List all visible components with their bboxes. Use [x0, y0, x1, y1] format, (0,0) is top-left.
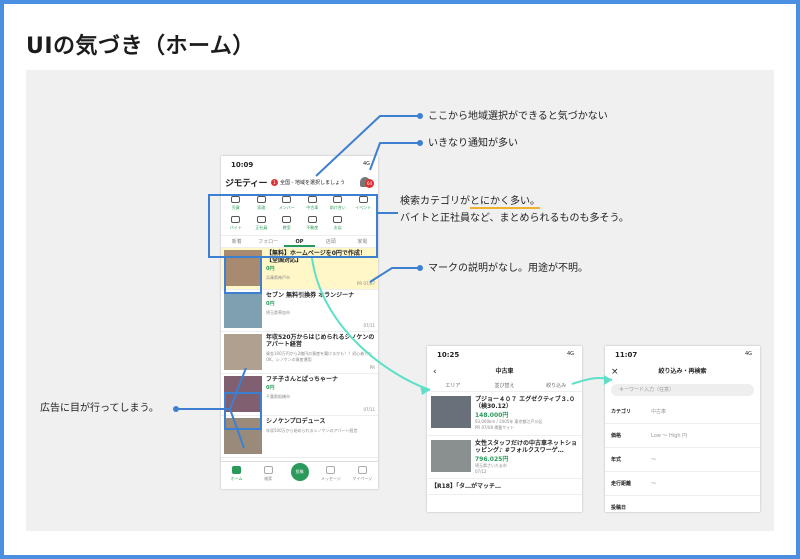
nav-home[interactable]: ホーム [221, 462, 252, 489]
filter-row-category[interactable]: カテゴリ 中古車 [605, 400, 760, 424]
status-signal: 4G [362, 161, 370, 167]
filter-screen: 11:07 4G × 絞り込み・再検索 キーワード入力（任意） カテゴリ 中古車 価格… [605, 346, 760, 512]
filter-row-mileage[interactable]: 走行距離〜 [605, 472, 760, 496]
filter-row-year[interactable]: 年式〜 [605, 448, 760, 472]
annotation-mark: マークの説明がなし。用途が不明。 [428, 263, 588, 274]
status-time: 10:09 [231, 161, 254, 169]
status-bar: 10:09 4G [221, 156, 378, 174]
ad-thumb-callout-1 [224, 256, 262, 294]
nav-post[interactable]: 投稿 [284, 462, 315, 489]
cars-screen: 10:25 4G ‹ 中古車 エリア 並び替え 絞り込み プジョー４０７ エグゼクテ… [427, 346, 582, 512]
item-badge: PR [369, 365, 375, 370]
post-button: 投稿 [290, 463, 309, 481]
close-icon[interactable]: × [611, 364, 619, 380]
back-icon[interactable]: ‹ [433, 364, 437, 380]
home-icon [232, 466, 242, 474]
region-number-badge: 1 [270, 178, 278, 186]
category-callout-box [208, 194, 378, 258]
screen-header: ‹ 中古車 [427, 364, 582, 380]
tab-filter[interactable]: 絞り込み [530, 380, 582, 391]
bottom-nav: ホーム 検索 投稿 メッセージ マイページ [221, 461, 378, 489]
annotation-notif: いきなり通知が多い [428, 138, 518, 149]
mail-icon [326, 466, 336, 474]
search-icon [263, 466, 273, 474]
slide-title: UIの気づき（ホーム） [26, 34, 255, 59]
nav-message[interactable]: メッセージ [315, 462, 346, 489]
app-bar: ジモティー 1 全国 - 地域を選択しましょう 64 [221, 174, 378, 190]
annotation-ads: 広告に目が行ってしまう。 [40, 403, 159, 414]
list-item[interactable]: 女性スタッフだけの中古車ネットショッピング♪ #フォルクスワーゲ… 796.025… [427, 436, 582, 479]
item-badge: 07/11 [363, 407, 375, 412]
notification-count-badge: 64 [365, 179, 374, 188]
status-bar: 11:07 4G [615, 351, 752, 359]
ad-thumb-callout-2 [224, 392, 262, 430]
car-thumbnail [431, 396, 471, 428]
list-item[interactable]: セブン 無料引換券 オランジーナ 0円 埼玉県草加市 07/11 [221, 290, 378, 332]
status-bar: 10:25 4G [437, 351, 574, 359]
filter-row-price[interactable]: 価格 Low 〜 High 円 [605, 424, 760, 448]
item-badge: PR 07/07 [357, 281, 375, 286]
notification-bell-button[interactable]: 64 [360, 175, 374, 189]
list-item[interactable]: プジョー４０７ エグゼクティブ３.０（検30.12） 148.000円 93,000… [427, 392, 582, 436]
screen-title: 中古車 [495, 368, 514, 375]
annotation-category: 検索カテゴリがとにかく多い。 バイトと正社員など、まとめられるものも多そう。 [400, 196, 629, 224]
person-icon [357, 466, 367, 474]
car-thumbnail [431, 440, 471, 472]
region-selector[interactable]: 全国 - 地域を選択しましょう [280, 179, 345, 186]
annotation-region: ここから地域選択ができると気づかない [428, 111, 608, 122]
item-badge: 07/11 [363, 323, 375, 328]
list-item[interactable]: 【R18】「タ…がマッチ… [427, 479, 582, 495]
tab-area[interactable]: エリア [427, 380, 479, 391]
nav-search[interactable]: 検索 [252, 462, 283, 489]
keyword-search-input[interactable]: キーワード入力（任意） [611, 384, 754, 396]
filter-row-date[interactable]: 投稿日 [605, 496, 760, 512]
screen-title: 絞り込み・再検索 [658, 368, 707, 375]
car-tabs: エリア 並び替え 絞り込み [427, 380, 582, 392]
item-thumbnail [224, 292, 262, 328]
screen-header: × 絞り込み・再検索 [605, 364, 760, 380]
tab-sort[interactable]: 並び替え [479, 380, 531, 391]
app-logo: ジモティー [225, 178, 267, 189]
item-thumbnail [224, 334, 262, 370]
list-item[interactable]: 年収520万からはじめられるシノケンのアパート経営 資金100万円から2億円の資産… [221, 332, 378, 374]
nav-mypage[interactable]: マイページ [347, 462, 378, 489]
